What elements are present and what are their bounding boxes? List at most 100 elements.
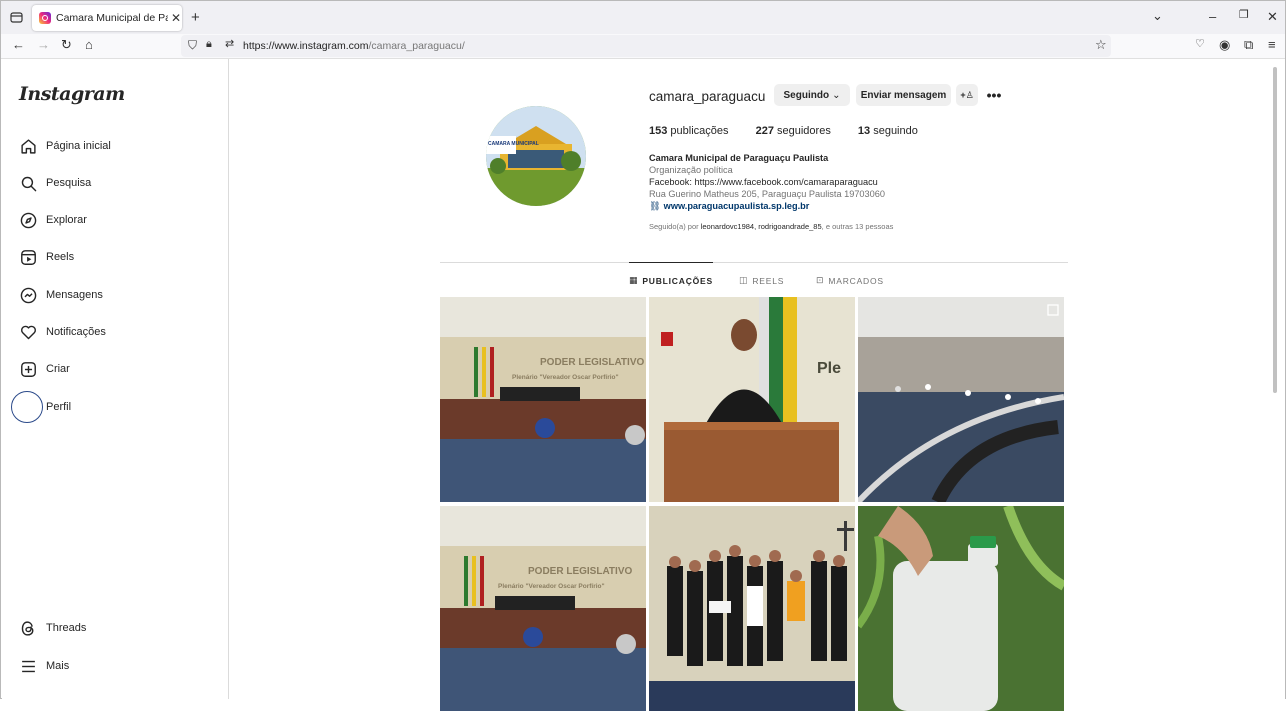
send-message-button[interactable]: Enviar mensagem: [856, 84, 951, 106]
sidebar-item-profile[interactable]: Perfil: [19, 395, 71, 419]
profile-stats: 153 publicações 227 seguidores 13 seguin…: [649, 125, 942, 137]
instagram-logo[interactable]: Instagram: [19, 83, 125, 105]
url-bar[interactable]: ⛉ 🔒︎ ⇄ https://www.instagram.com/camara_…: [181, 35, 1111, 57]
compass-icon: [19, 211, 37, 229]
messenger-icon: [19, 286, 37, 304]
instagram-favicon-icon: [39, 12, 51, 24]
avatar-text: CAMARA MUNICIPAL: [488, 141, 539, 147]
following-count-value: 13: [857, 125, 871, 137]
sidebar-item-more[interactable]: Mais: [19, 654, 69, 678]
post-thumbnail[interactable]: PODER LEGISLATIVO Plenário "Vereador Osc…: [440, 506, 646, 711]
sidebar-item-label: Pesquisa: [46, 177, 92, 189]
search-icon: [19, 174, 37, 192]
back-icon[interactable]: ←: [12, 38, 25, 51]
sidebar-item-reels[interactable]: Reels: [19, 245, 74, 269]
profile-website-link[interactable]: www.paraguacupaulista.sp.leg.br: [664, 201, 810, 211]
browser-window: Camara Municipal de Paraguaç ✕ + ⌄ – ❐ ✕…: [0, 0, 1286, 711]
sidebar-item-label: Reels: [46, 251, 75, 263]
tab-reels[interactable]: ◫ REELS: [739, 275, 784, 286]
post-thumbnail[interactable]: Ple: [649, 297, 855, 502]
more-options-icon: •••: [986, 87, 1002, 103]
profile-category: Organização política: [649, 165, 733, 175]
permissions-icon[interactable]: ⇄: [225, 39, 234, 50]
url-path: /camara_paraguacu/: [368, 40, 465, 52]
suggest-user-button[interactable]: +♙: [956, 84, 978, 106]
plus-square-icon: [19, 360, 37, 378]
sidebar-item-explore[interactable]: Explorar: [19, 208, 87, 232]
chevron-down-icon[interactable]: ⌄: [1152, 9, 1163, 22]
avatar-spacer: [19, 398, 37, 416]
following-button-label: Seguindo: [783, 89, 830, 101]
profile-tabs: ▦ PUBLICAÇÕES ◫ REELS ⊡ MARCADOS: [440, 262, 1068, 297]
post-image: [858, 297, 1064, 502]
sidebar-item-search[interactable]: Pesquisa: [19, 171, 91, 195]
navigation-bar: ← → ↻ ⌂ ⛉ 🔒︎ ⇄ https://www.instagram.com…: [1, 34, 1285, 59]
sidebar-item-notifications[interactable]: Notificações: [19, 320, 106, 344]
post-thumbnail[interactable]: PODER LEGISLATIVO Plenário "Vereador Osc…: [440, 297, 646, 502]
following-button[interactable]: Seguindo ⌄: [774, 84, 850, 106]
close-tab-icon[interactable]: ✕: [171, 11, 181, 25]
tab-tagged[interactable]: ⊡ MARCADOS: [816, 275, 884, 286]
post-subcaption: Plenário "Vereador Oscar Porfírio": [512, 374, 619, 381]
shield-icon[interactable]: ⛉: [188, 39, 197, 51]
profile-address[interactable]: Rua Guerino Matheus 205, Paraguaçu Pauli…: [649, 188, 885, 200]
forward-icon[interactable]: →: [37, 38, 50, 51]
account-icon[interactable]: ◉: [1219, 38, 1230, 51]
options-button[interactable]: •••: [983, 84, 1005, 106]
reload-icon[interactable]: ↻: [61, 38, 72, 51]
tab-bar: Camara Municipal de Paraguaç ✕ + ⌄ – ❐ ✕: [1, 1, 1285, 34]
tab-list-icon[interactable]: [10, 11, 23, 26]
minimize-icon[interactable]: –: [1209, 10, 1216, 23]
pocket-icon[interactable]: ♡: [1195, 39, 1205, 50]
app-menu-icon[interactable]: ≡: [1268, 38, 1276, 51]
website-row[interactable]: ⛓︎ www.paraguacupaulista.sp.leg.br: [649, 200, 885, 212]
post-thumbnail[interactable]: [649, 506, 855, 711]
posts-count-value: 153: [649, 125, 668, 137]
chevron-down-icon: ⌄: [832, 89, 841, 101]
sidebar-item-label: Explorar: [46, 214, 87, 226]
followed-by[interactable]: Seguido(a) por leonardovc1984, rodrigoan…: [649, 222, 893, 231]
sidebar-item-label: Mais: [46, 660, 70, 672]
following-count[interactable]: 13 seguindo: [858, 125, 918, 137]
lock-icon[interactable]: 🔒︎: [206, 39, 212, 50]
send-message-label: Enviar mensagem: [860, 89, 947, 101]
sidebar-item-messages[interactable]: Mensagens: [19, 283, 103, 307]
sidebar-item-label: Mensagens: [46, 289, 103, 301]
sidebar-item-label: Página inicial: [46, 140, 111, 152]
sidebar-item-label: Criar: [46, 363, 70, 375]
sidebar-item-create[interactable]: Criar: [19, 357, 70, 381]
tab-publications[interactable]: ▦ PUBLICAÇÕES: [629, 262, 713, 286]
page-scrollbar[interactable]: [1273, 67, 1277, 393]
post-image: Ple: [649, 297, 855, 502]
url-host: https://www.instagram.com: [243, 40, 369, 52]
close-window-icon[interactable]: ✕: [1267, 10, 1278, 23]
sidebar-item-home[interactable]: Página inicial: [19, 134, 111, 158]
home-browser-icon[interactable]: ⌂: [85, 38, 93, 51]
new-tab-icon[interactable]: +: [191, 10, 200, 25]
profile-picture[interactable]: CAMARA MUNICIPAL: [486, 106, 586, 206]
post-thumbnail[interactable]: [858, 297, 1064, 502]
sidebar-item-label: Perfil: [46, 401, 72, 413]
sidebar-item-threads[interactable]: Threads: [19, 616, 86, 640]
post-thumbnail[interactable]: [858, 506, 1064, 711]
followers-count[interactable]: 227 seguidores: [756, 125, 831, 137]
following-label: seguindo: [873, 125, 918, 137]
tab-label: REELS: [752, 275, 785, 286]
heart-icon: [19, 323, 37, 341]
browser-tab[interactable]: Camara Municipal de Paraguaç ✕: [32, 5, 182, 31]
profile-name: Camara Municipal de Paraguaçu Paulista: [649, 153, 829, 163]
posts-label: publicações: [670, 125, 729, 137]
instagram-sidebar: Instagram Página inicial Pesquisa Explor…: [2, 59, 229, 699]
followed-users: leonardovc1984, rodrigoandrade_85: [700, 222, 822, 231]
profile-picture-image: CAMARA MUNICIPAL: [486, 106, 586, 206]
tab-label: MARCADOS: [828, 275, 884, 286]
link-icon: ⛓︎: [649, 201, 661, 211]
bookmark-star-icon[interactable]: ☆: [1095, 38, 1107, 51]
followed-suffix: , e outras 13 pessoas: [821, 222, 894, 231]
restore-icon[interactable]: ❐: [1239, 10, 1249, 21]
grid-icon: ▦: [629, 275, 639, 285]
url-text[interactable]: https://www.instagram.com/camara_paragua…: [243, 40, 465, 52]
profile-main: CAMARA MUNICIPAL camara_paraguacu Seguin…: [229, 59, 1279, 711]
reels-icon: ◫: [739, 275, 749, 285]
extensions-icon[interactable]: ⧉: [1244, 38, 1253, 51]
